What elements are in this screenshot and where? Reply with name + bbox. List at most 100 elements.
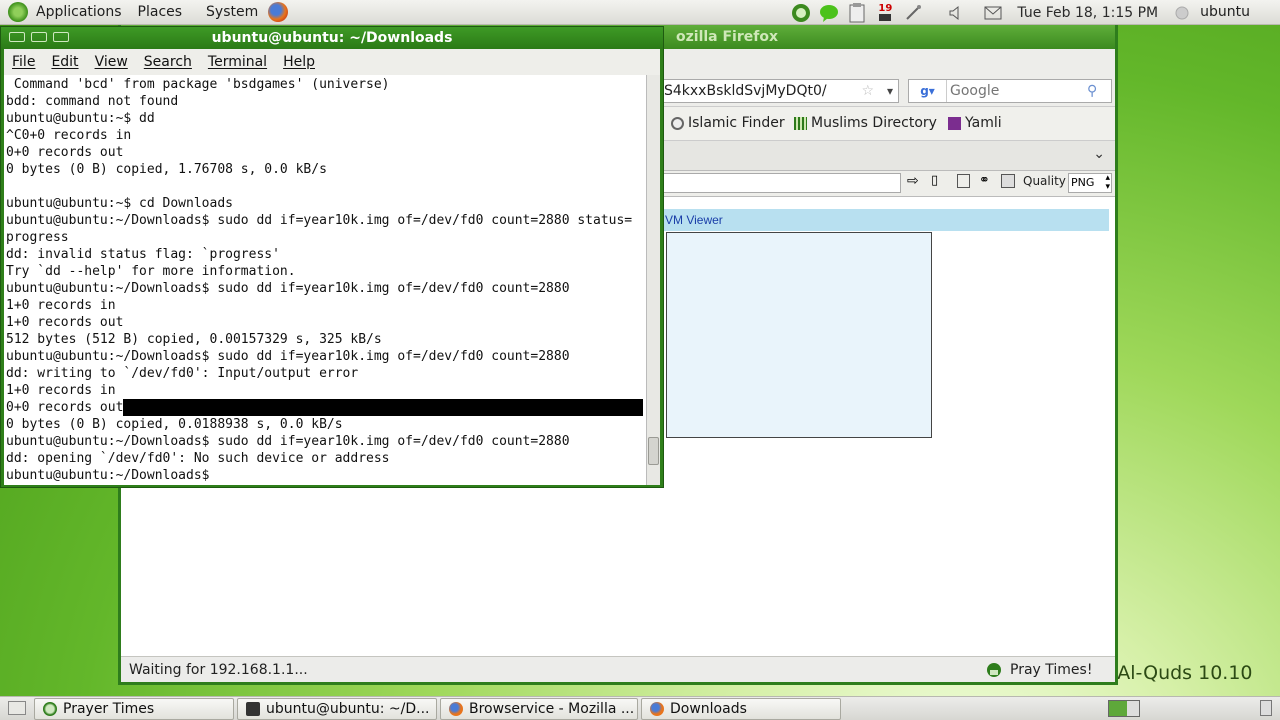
quality-label: Quality — [1023, 174, 1066, 188]
terminal-output[interactable]: Command 'bcd' from package 'bsdgames' (u… — [4, 75, 646, 485]
menu-places[interactable]: Places — [130, 0, 191, 25]
trash-icon[interactable] — [1260, 700, 1272, 716]
google-engine-icon[interactable]: g▾ — [909, 80, 947, 102]
binoculars-icon[interactable]: ⚭ — [979, 173, 990, 188]
terminal-line: 1+0 records out — [6, 315, 124, 330]
firefox-launcher-icon[interactable] — [268, 2, 289, 22]
terminal-title: ubuntu@ubuntu: ~/Downloads — [211, 30, 453, 46]
search-input[interactable] — [947, 83, 1087, 99]
menu-search[interactable]: Search — [136, 54, 200, 70]
star-bookmark-icon[interactable]: ☆ — [861, 80, 874, 102]
terminal-line: 512 bytes (512 B) copied, 0.00157329 s, … — [6, 332, 382, 347]
taskbar-item-prayer-times[interactable]: Prayer Times — [34, 698, 234, 720]
terminal-line: 0+0 records out — [6, 145, 124, 160]
user-status-icon[interactable] — [1172, 3, 1192, 23]
menu-system[interactable]: System — [190, 0, 266, 25]
menu-view[interactable]: View — [87, 54, 136, 70]
system-tray: 19 Tue Feb 18, 1:15 PM ubuntu — [791, 0, 1280, 25]
terminal-scrollbar[interactable] — [646, 75, 660, 485]
go-arrow-icon[interactable]: ⇨ — [907, 173, 919, 189]
menu-file[interactable]: File — [4, 54, 43, 70]
terminal-line: ubuntu@ubuntu:~$ dd — [6, 111, 155, 126]
save-icon[interactable] — [957, 174, 970, 188]
status-bar: Waiting for 192.168.1.1... Pray Times! — [121, 656, 1115, 682]
user-menu[interactable]: ubuntu — [1200, 0, 1272, 25]
terminal-line: bdd: command not found — [6, 94, 179, 109]
terminal-line: dd: writing to `/dev/fd0': Input/output … — [6, 366, 359, 381]
vm-viewer-frame[interactable] — [666, 232, 932, 438]
bookmark-label: Muslims Directory — [811, 115, 937, 131]
taskbar-item-terminal[interactable]: ubuntu@ubuntu: ~/D... — [237, 698, 437, 720]
url-text: S4kxxBskldSvjMyDQt0/ — [664, 83, 827, 99]
menu-applications[interactable]: Applications — [28, 0, 130, 25]
taskbar-item-downloads[interactable]: Downloads — [641, 698, 841, 720]
terminal-line: ubuntu@ubuntu:~$ cd Downloads — [6, 196, 233, 211]
menu-edit[interactable]: Edit — [43, 54, 86, 70]
workspace-switcher-icon[interactable] — [1108, 700, 1140, 717]
minimize-button[interactable] — [31, 32, 47, 42]
taskbar-item-browservice[interactable]: Browservice - Mozilla ... — [440, 698, 638, 720]
bookmark-islamic-finder[interactable]: Islamic Finder — [671, 115, 785, 131]
chat-tray-icon[interactable] — [819, 3, 839, 23]
terminal-line: 0 bytes (0 B) copied, 1.76708 s, 0.0 kB/… — [6, 162, 327, 177]
terminal-line: ubuntu@ubuntu:~/Downloads$ sudo dd if=ye… — [6, 213, 633, 228]
terminal-line-with-block: 0+0 records out — [4, 399, 646, 416]
terminal-titlebar[interactable]: ubuntu@ubuntu: ~/Downloads — [1, 27, 663, 49]
close-button[interactable] — [9, 32, 25, 42]
terminal-line: dd: invalid status flag: `progress' — [6, 247, 280, 262]
bookmark-icon[interactable]: ▯ — [931, 173, 938, 188]
calendar-day: 19 — [878, 3, 893, 14]
desktop-wallpaper-text: y Al-Quds 10.10 — [1100, 662, 1253, 684]
pray-times-label: Pray Times! — [1010, 662, 1093, 678]
clipboard-tray-icon[interactable] — [847, 2, 867, 23]
tab-list-chevron-icon[interactable]: ⌄ — [1093, 146, 1105, 162]
terminal-line: ubuntu@ubuntu:~/Downloads$ sudo dd if=ye… — [6, 349, 570, 364]
spin-icon[interactable]: ▴ ▾ — [1105, 174, 1110, 192]
menu-terminal[interactable]: Terminal — [200, 54, 275, 70]
terminal-line: ubuntu@ubuntu:~/Downloads$ sudo dd if=ye… — [6, 434, 570, 449]
terminal-line: ubuntu@ubuntu:~/Downloads$ sudo dd if=ye… — [6, 281, 570, 296]
prayer-times-tray-icon[interactable] — [791, 3, 811, 23]
network-tray-icon[interactable] — [903, 3, 923, 23]
addon-address-field[interactable] — [661, 173, 901, 193]
bookmark-muslims-directory[interactable]: Muslims Directory — [794, 115, 937, 131]
islamic-finder-icon — [671, 116, 684, 130]
mosque-icon — [987, 663, 1001, 677]
search-icon[interactable]: ⚲ — [1087, 83, 1097, 99]
mail-tray-icon[interactable] — [983, 3, 1003, 23]
terminal-window: ubuntu@ubuntu: ~/Downloads File Edit Vie… — [0, 26, 664, 488]
scrollbar-thumb[interactable] — [648, 437, 659, 465]
bookmark-label: Islamic Finder — [688, 115, 785, 131]
muslims-directory-icon — [794, 116, 807, 130]
bookmark-yamli[interactable]: Yamli — [948, 115, 1002, 131]
clock[interactable]: Tue Feb 18, 1:15 PM — [1011, 5, 1164, 21]
pray-times-status[interactable]: Pray Times! — [986, 657, 1092, 683]
firefox-downloads-icon — [650, 702, 664, 716]
screenshot-icon[interactable] — [1001, 174, 1015, 188]
terminal-icon — [246, 702, 260, 716]
redaction-block — [123, 399, 644, 416]
terminal-line-text: 0+0 records out — [6, 400, 124, 415]
bottom-panel: Prayer Times ubuntu@ubuntu: ~/D... Brows… — [0, 696, 1280, 720]
terminal-line: 0 bytes (0 B) copied, 0.0188938 s, 0.0 k… — [6, 417, 343, 432]
menu-help[interactable]: Help — [275, 54, 323, 70]
terminal-line: 1+0 records in — [6, 383, 116, 398]
show-desktop-icon[interactable] — [8, 701, 26, 715]
prayer-times-icon — [43, 702, 57, 716]
yamli-icon — [948, 116, 961, 130]
maximize-button[interactable] — [53, 32, 69, 42]
quality-select[interactable]: PNG ▴ ▾ — [1068, 173, 1112, 193]
search-box[interactable]: g▾ ⚲ — [908, 79, 1112, 103]
calendar-tray-icon[interactable]: 19 — [875, 3, 895, 23]
volume-tray-icon[interactable] — [945, 3, 965, 23]
url-bar[interactable]: S4kxxBskldSvjMyDQt0/ ☆ ▾ — [659, 79, 899, 103]
terminal-line: Try `dd --help' for more information. — [6, 264, 296, 279]
terminal-line: Command 'bcd' from package 'bsdgames' (u… — [6, 77, 390, 92]
status-text: Waiting for 192.168.1.1... — [129, 662, 308, 678]
url-dropdown-icon[interactable]: ▾ — [887, 80, 893, 102]
ubuntu-logo-icon[interactable] — [8, 2, 28, 22]
quality-value: PNG — [1071, 176, 1095, 189]
taskbar-label: Downloads — [670, 701, 747, 717]
vm-viewer-bar[interactable]: VM Viewer — [661, 209, 1109, 231]
